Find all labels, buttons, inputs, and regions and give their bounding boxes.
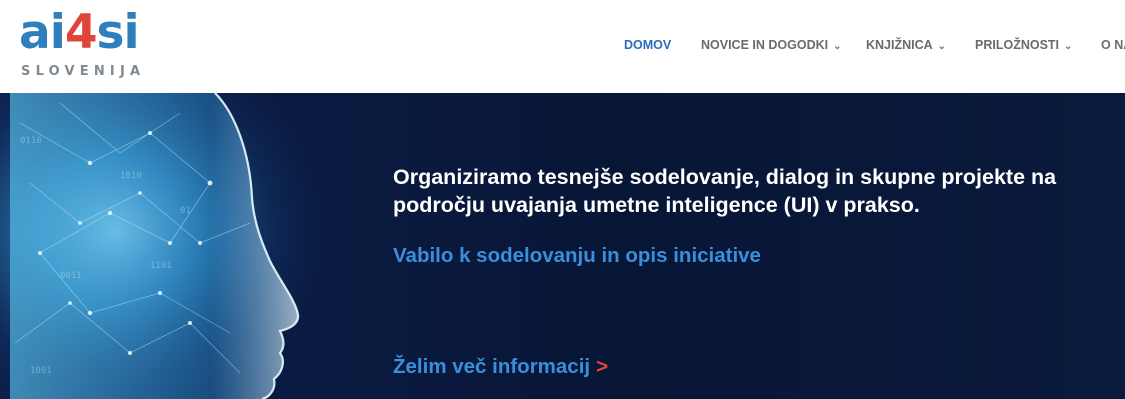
chevron-down-icon: ⌄ xyxy=(833,41,842,52)
svg-text:1010: 1010 xyxy=(120,171,142,181)
svg-text:1001: 1001 xyxy=(30,366,52,376)
logo-subtitle: SLOVENIJA xyxy=(21,64,146,79)
ai-face-illustration: 0110 1010 0011 1101 1001 01 xyxy=(0,93,330,399)
nav-item-priloznosti[interactable]: PRILOŽNOSTI ⌄ xyxy=(975,38,1072,52)
site-header: ai4si SLOVENIJA DOMOV NOVICE IN DOGODKI ⌄… xyxy=(0,0,1125,93)
hero-banner: 0110 1010 0011 1101 1001 01 Organiziramo te… xyxy=(0,93,1125,399)
chevron-down-icon: ⌄ xyxy=(1064,41,1073,52)
more-info-link[interactable]: Želim več informacij > xyxy=(393,355,608,379)
chevron-down-icon: ⌄ xyxy=(937,41,947,52)
logo-wordmark: ai4si xyxy=(19,5,140,60)
more-info-label: Želim več informacij xyxy=(393,355,591,378)
nav-item-knjiznica[interactable]: KNJIŽNICA ⌄ xyxy=(866,38,946,52)
svg-text:1101: 1101 xyxy=(150,261,172,271)
svg-text:01: 01 xyxy=(180,206,191,216)
svg-text:0110: 0110 xyxy=(20,136,42,146)
nav-item-domov[interactable]: DOMOV xyxy=(624,38,671,52)
nav-item-novice-in-dogodki[interactable]: NOVICE IN DOGODKI ⌄ xyxy=(701,38,841,52)
invite-link[interactable]: Vabilo k sodelovanju in opis iniciative xyxy=(393,244,761,268)
nav-item-o-nas[interactable]: O NA xyxy=(1101,38,1125,52)
site-logo[interactable]: ai4si SLOVENIJA xyxy=(19,8,149,83)
svg-text:0011: 0011 xyxy=(60,271,82,281)
arrow-right-icon: > xyxy=(596,355,609,378)
hero-headline: Organiziramo tesnejše sodelovanje, dialo… xyxy=(393,165,1057,217)
